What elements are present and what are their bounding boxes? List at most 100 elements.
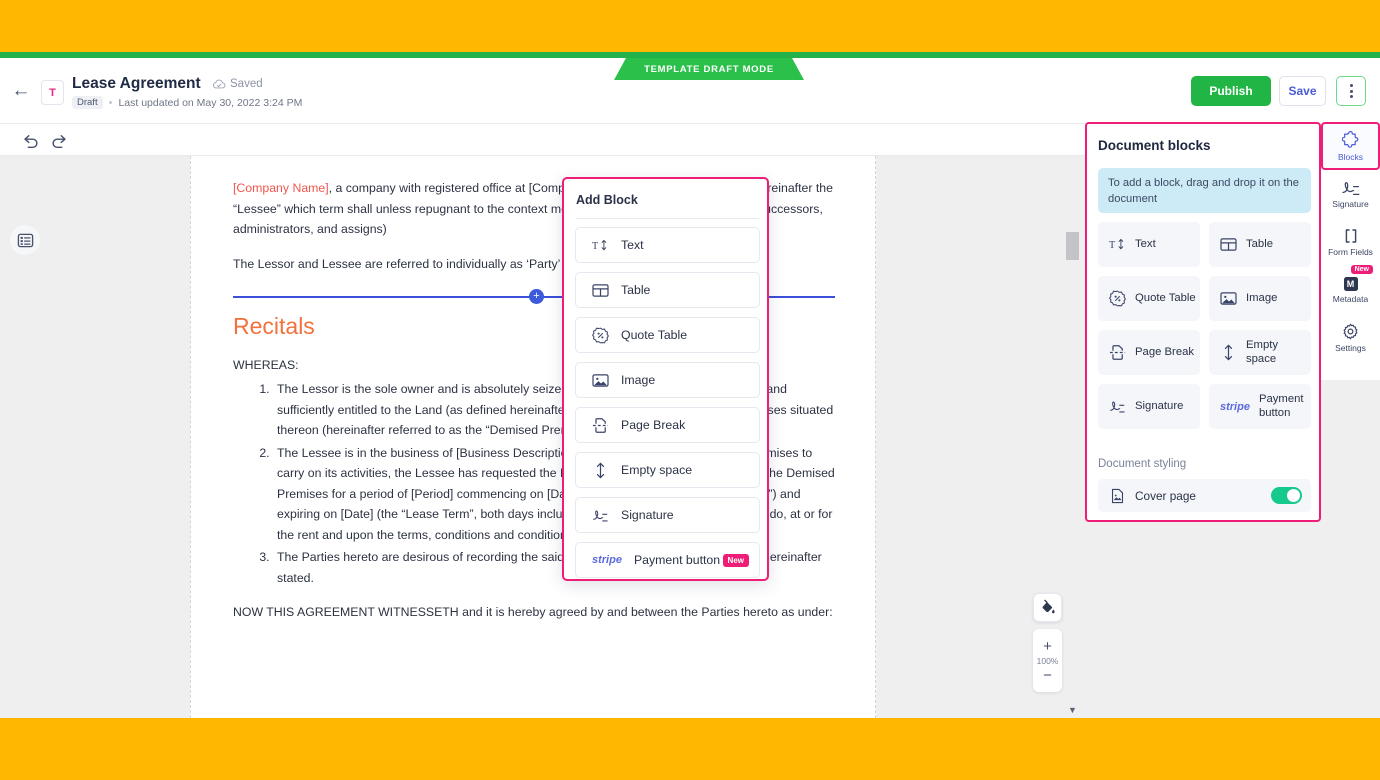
page-break-icon [1109, 344, 1126, 361]
zoom-controls: + 100% − [1033, 629, 1062, 692]
document-blocks-title: Document blocks [1098, 138, 1211, 153]
block-tile-label: Image [1246, 291, 1278, 304]
right-icon-rail: Blocks Signature Form Fields New M Metad… [1321, 122, 1380, 380]
add-block-item-quote-table[interactable]: Quote Table [575, 317, 760, 353]
block-tile-label: Empty space [1246, 339, 1279, 365]
block-tile-payment-button[interactable]: stripe Payment button [1209, 384, 1311, 429]
empty-space-icon [592, 461, 609, 479]
rail-item-label: Form Fields [1328, 246, 1373, 257]
undo-icon[interactable] [22, 132, 40, 150]
saved-label: Saved [230, 78, 263, 90]
document-blocks-panel: Document blocks To add a block, drag and… [1085, 122, 1321, 522]
add-block-item-page-break[interactable]: Page Break [575, 407, 760, 443]
rail-item-label: Signature [1332, 198, 1369, 209]
table-icon [1220, 236, 1237, 253]
page-break-icon [592, 417, 609, 434]
rail-item-metadata[interactable]: New M Metadata [1321, 265, 1380, 314]
signature-icon [1109, 398, 1126, 415]
template-draft-mode-ribbon: TEMPLATE DRAFT MODE [614, 58, 804, 80]
app-root: TEMPLATE DRAFT MODE ← T Lease Agreement … [0, 0, 1380, 780]
block-tile-label: Signature [1135, 399, 1184, 412]
quote-table-icon [1109, 290, 1126, 307]
rail-item-form-fields[interactable]: Form Fields [1321, 218, 1380, 266]
block-tile-image[interactable]: Image [1209, 276, 1311, 321]
document-styling-label: Document styling [1098, 458, 1187, 470]
stripe-icon: stripe [1220, 400, 1250, 413]
stripe-icon: stripe [592, 554, 622, 566]
block-tile-empty-space[interactable]: Empty space [1209, 330, 1311, 375]
text-size-icon: T [1109, 236, 1126, 253]
publish-button[interactable]: Publish [1191, 76, 1271, 106]
bottom-background-band [0, 718, 1380, 780]
rail-item-blocks[interactable]: Blocks [1321, 122, 1380, 170]
status-badge: Draft [72, 96, 103, 109]
placeholder-company-name: [Company Name] [233, 181, 329, 195]
add-block-item-label: Text [621, 238, 644, 252]
paragraph-1-text-a: , a company with registered office at [C [328, 181, 542, 195]
block-tile-page-break[interactable]: Page Break [1098, 330, 1200, 375]
canvas-scrollbar-thumb[interactable] [1066, 232, 1079, 260]
save-button[interactable]: Save [1279, 76, 1326, 106]
zoom-in-button[interactable]: + [1043, 639, 1052, 654]
add-block-item-label: Quote Table [621, 328, 688, 342]
add-block-item-signature[interactable]: Signature [575, 497, 760, 533]
cloud-saved-icon [213, 79, 226, 88]
last-updated-text: Last updated on May 30, 2022 3:24 PM [118, 96, 303, 109]
gear-icon [1343, 323, 1358, 340]
signature-icon [1341, 181, 1359, 195]
add-block-item-text[interactable]: T Text [575, 227, 760, 263]
cover-page-label: Cover page [1135, 488, 1196, 503]
block-tile-quote-table[interactable]: Quote Table [1098, 276, 1200, 321]
cover-page-icon [1109, 487, 1126, 504]
add-block-item-label: Empty space [621, 463, 693, 477]
add-block-divider [576, 218, 759, 219]
block-tile-label: Quote Table [1135, 291, 1196, 304]
cover-page-toggle[interactable] [1271, 487, 1302, 504]
new-badge: New [722, 554, 749, 567]
rail-item-signature[interactable]: Signature [1321, 170, 1380, 218]
puzzle-blocks-icon [1341, 130, 1358, 148]
empty-space-icon [1220, 344, 1237, 361]
block-tile-label: Payment button [1258, 393, 1304, 419]
add-block-item-image[interactable]: Image [575, 362, 760, 398]
add-block-plus-icon[interactable]: + [529, 289, 544, 304]
table-of-contents-button[interactable] [10, 225, 40, 255]
metadata-m-icon: M [1343, 276, 1358, 291]
cover-page-row[interactable]: Cover page [1098, 479, 1311, 512]
add-block-item-payment-button[interactable]: stripe Payment button New [575, 542, 760, 578]
brackets-icon [1345, 228, 1356, 243]
add-block-item-empty-space[interactable]: Empty space [575, 452, 760, 488]
block-tile-text[interactable]: T Text [1098, 222, 1200, 267]
block-tile-label: Text [1135, 237, 1156, 250]
svg-text:T: T [592, 240, 599, 251]
rail-item-settings[interactable]: Settings [1321, 314, 1380, 362]
block-tile-table[interactable]: Table [1209, 222, 1311, 267]
kebab-menu-icon [1349, 84, 1353, 98]
back-arrow-icon[interactable]: ← [10, 80, 32, 102]
saved-status: Saved [212, 78, 263, 90]
image-icon [1220, 290, 1237, 307]
fill-color-button[interactable] [1033, 593, 1062, 622]
block-tile-signature[interactable]: Signature [1098, 384, 1200, 429]
zoom-level-value: 100% [1036, 655, 1059, 666]
svg-text:T: T [1109, 240, 1116, 251]
redo-icon[interactable] [50, 132, 68, 150]
more-options-button[interactable] [1336, 76, 1366, 106]
add-block-title: Add Block [576, 193, 638, 207]
add-block-item-label: Page Break [621, 418, 686, 432]
page-title: Lease Agreement [72, 75, 201, 92]
document-meta: Draft • Last updated on May 30, 2022 3:2… [72, 96, 302, 109]
top-background-band [0, 0, 1380, 52]
zoom-out-button[interactable]: − [1043, 668, 1052, 683]
add-block-item-label: Image [621, 373, 656, 387]
document-avatar: T [41, 80, 64, 105]
add-block-item-table[interactable]: Table [575, 272, 760, 308]
rail-item-label: Settings [1335, 343, 1366, 353]
closing-paragraph: NOW THIS AGREEMENT WITNESSETH and it is … [233, 605, 833, 619]
quote-table-icon [592, 327, 609, 344]
paint-bucket-icon [1042, 599, 1055, 614]
add-block-popup: Add Block T Text Table Quote Table Image… [562, 177, 769, 581]
blocks-grid: T Text Table Quote Table Image Page Brea… [1098, 222, 1311, 429]
add-block-item-label: Table [621, 283, 651, 297]
chevron-down-icon[interactable]: ▼ [1066, 704, 1079, 717]
